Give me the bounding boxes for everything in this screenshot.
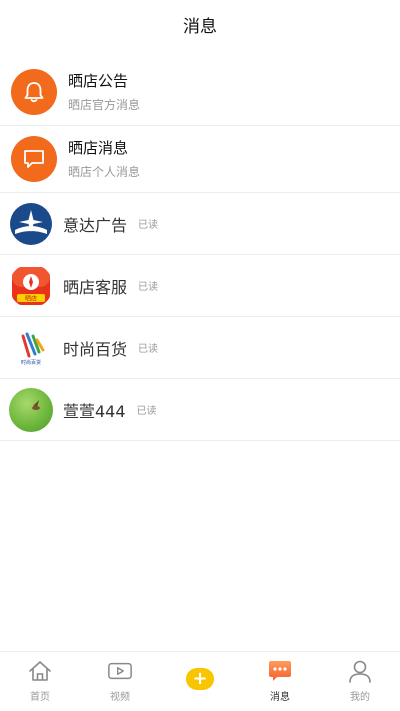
read-status: 已读 <box>138 344 159 355</box>
chat-row-fashion[interactable]: 时尚百货 时尚百货 已读 <box>0 317 400 379</box>
list-item-personal-messages[interactable]: 晒店消息 晒店个人消息 <box>0 126 400 193</box>
item-subtitle: 晒店个人消息 <box>68 165 141 179</box>
chat-name: 晒店客服 <box>63 277 128 297</box>
tab-home[interactable]: 首页 <box>0 652 80 703</box>
tab-label: 首页 <box>30 692 50 703</box>
avatar <box>9 201 53 246</box>
chat-name: 萱萱444 <box>63 401 126 421</box>
video-icon <box>107 658 133 684</box>
tab-label: 消息 <box>270 692 290 703</box>
header: 消息 <box>0 0 400 48</box>
tab-publish[interactable]: + <box>160 652 240 690</box>
bottom-tab-bar: 首页 视频 + 消息 我的 <box>0 651 400 711</box>
list-item-announcements[interactable]: 晒店公告 晒店官方消息 <box>0 59 400 126</box>
app-root: 消息 晒店公告 晒店官方消息 晒店消息 晒店个人消息 意达广告 已读 晒店 晒店… <box>0 0 400 711</box>
plus-icon: + <box>192 668 208 689</box>
chat-name: 意达广告 <box>63 215 128 235</box>
message-icon <box>267 658 293 684</box>
plus-button[interactable]: + <box>186 668 214 690</box>
user-icon <box>347 658 373 684</box>
chat-bubble-icon <box>11 136 57 182</box>
read-status: 已读 <box>138 220 159 231</box>
tab-label: 我的 <box>350 692 370 703</box>
chat-row-yida[interactable]: 意达广告 已读 <box>0 193 400 255</box>
item-title: 晒店公告 <box>68 72 129 90</box>
chat-name: 时尚百货 <box>63 339 128 359</box>
message-list: 晒店公告 晒店官方消息 晒店消息 晒店个人消息 意达广告 已读 晒店 晒店客服 … <box>0 59 400 441</box>
read-status: 已读 <box>138 282 159 293</box>
tab-messages[interactable]: 消息 <box>240 652 320 703</box>
read-status: 已读 <box>136 406 157 417</box>
avatar: 时尚百货 <box>9 325 53 370</box>
tab-video[interactable]: 视频 <box>80 652 160 703</box>
item-title: 晒店消息 <box>68 139 129 157</box>
bell-icon <box>11 69 57 115</box>
tab-mine[interactable]: 我的 <box>320 652 400 703</box>
avatar-text: 晒店 <box>25 294 37 302</box>
avatar: 晒店 <box>9 263 53 308</box>
home-icon <box>27 658 53 684</box>
avatar-text: 时尚百货 <box>21 359 41 366</box>
tab-label: 视频 <box>110 692 130 703</box>
page-title: 消息 <box>183 16 217 37</box>
chat-row-customer-service[interactable]: 晒店 晒店客服 已读 <box>0 255 400 317</box>
item-subtitle: 晒店官方消息 <box>68 98 141 112</box>
chat-row-xuanxuan[interactable]: 萱萱444 已读 <box>0 379 400 441</box>
avatar <box>9 387 53 432</box>
